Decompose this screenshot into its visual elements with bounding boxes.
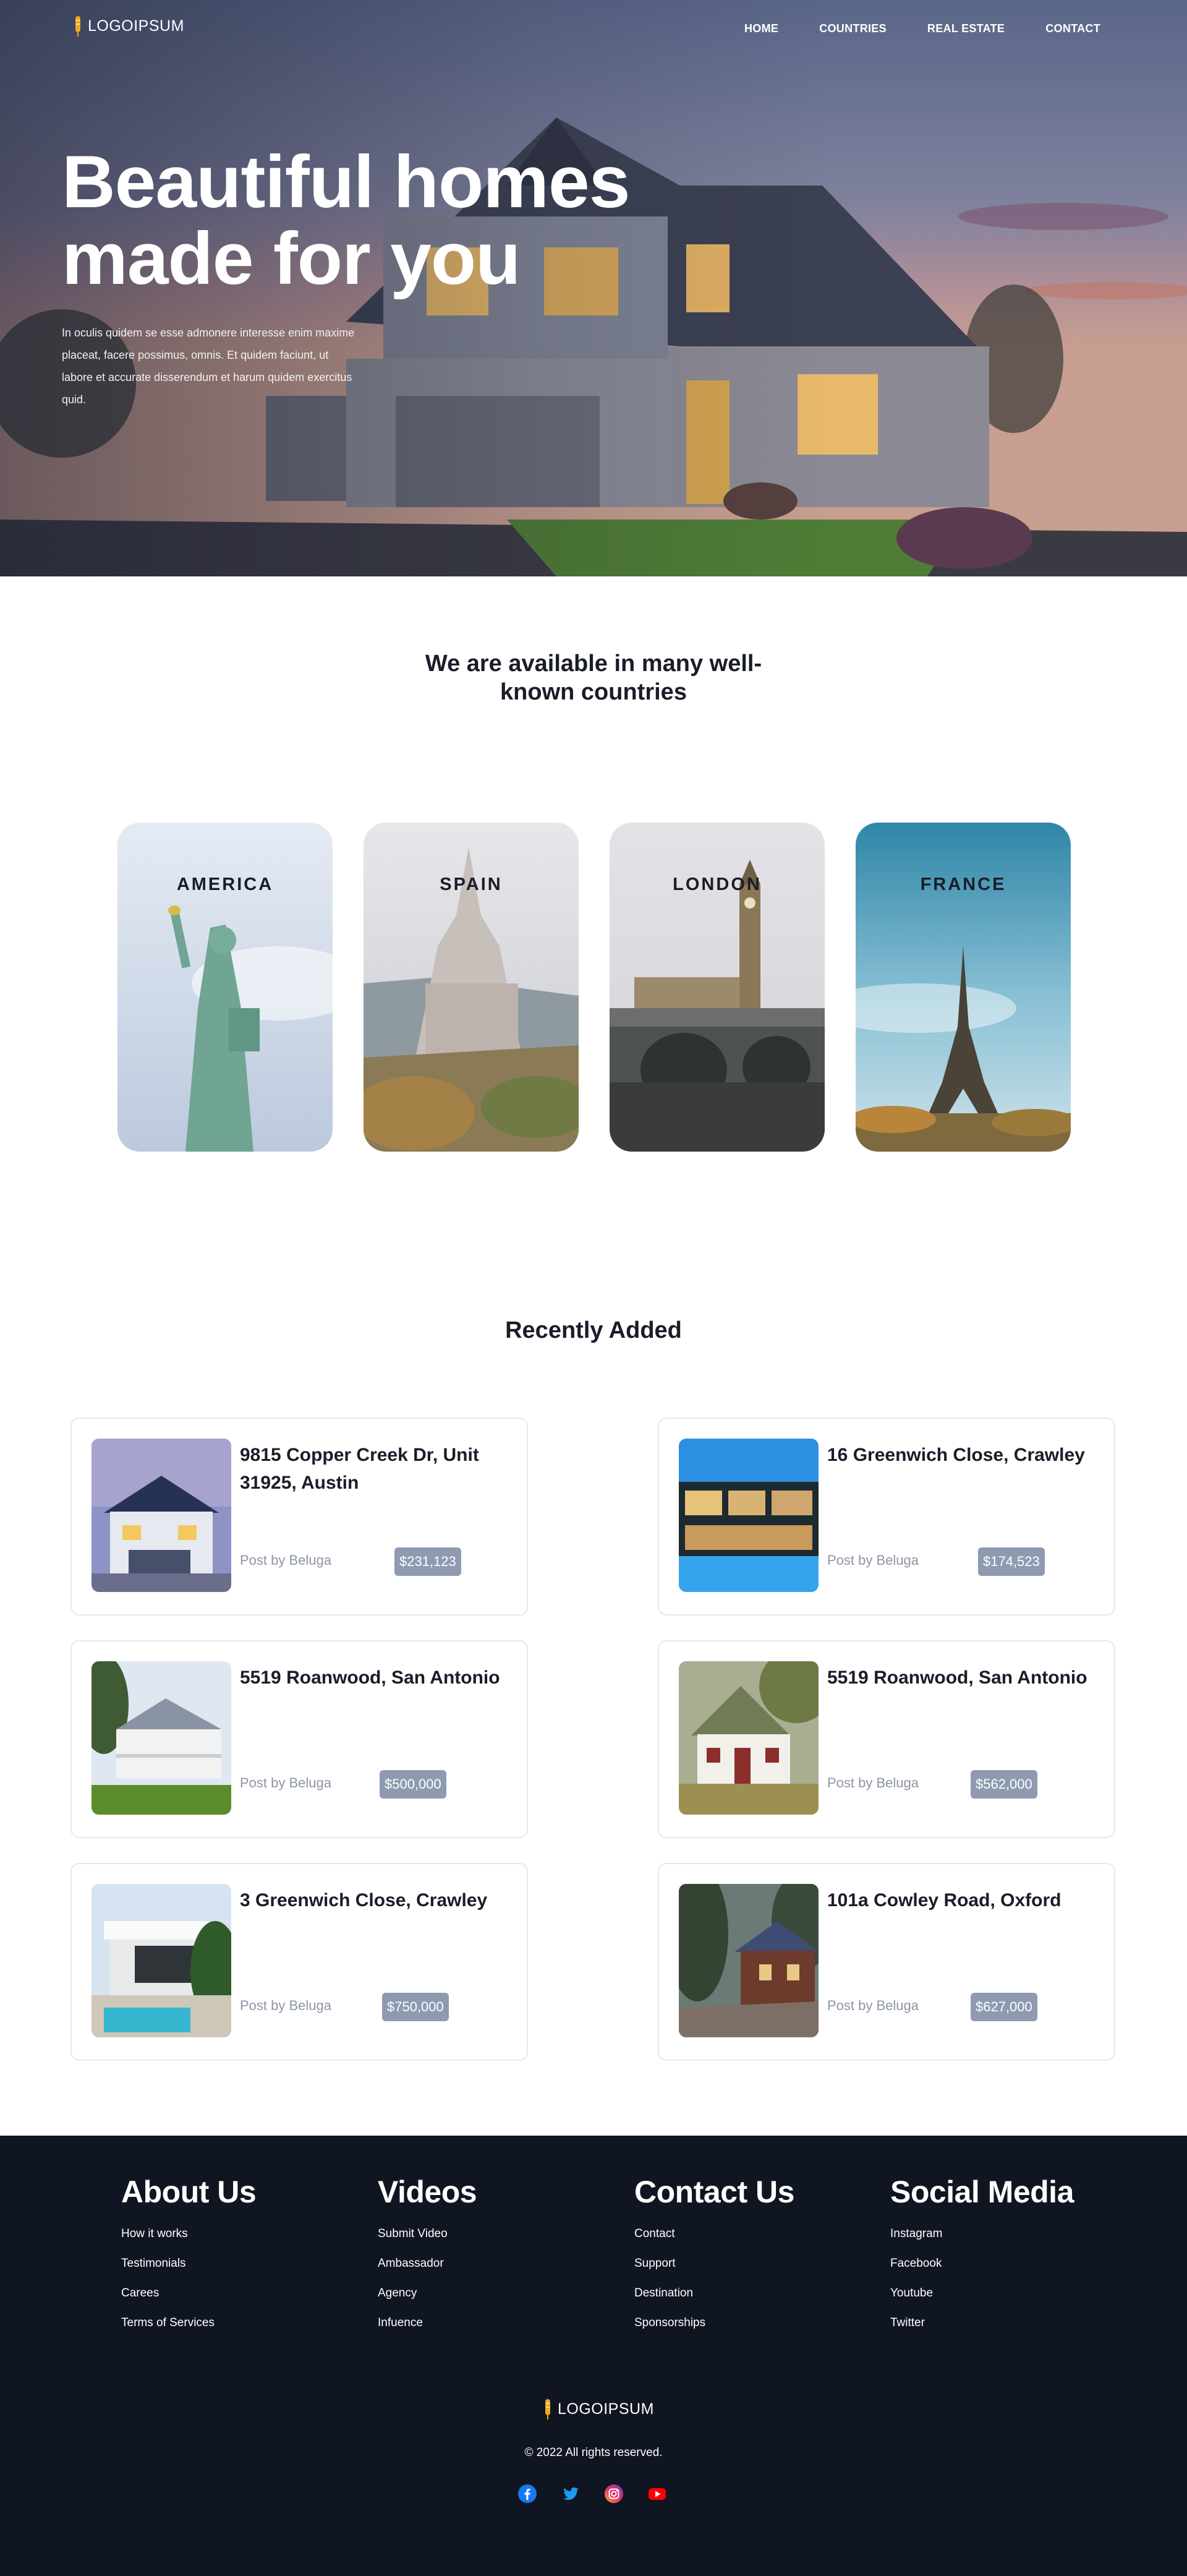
hero-title-line1: Beautiful homes: [62, 140, 630, 223]
hero-title-line2: made for you: [62, 217, 521, 300]
country-label-france: FRANCE: [920, 875, 1006, 894]
logo-text: LOGOIPSUM: [558, 2400, 654, 2418]
footer-link[interactable]: Instagram: [890, 2227, 1138, 2241]
social-icons: [517, 2484, 667, 2504]
listing-photo: [679, 1884, 819, 2037]
listing-posted-by: Post by Beluga: [827, 1552, 919, 1568]
main-nav: HOME COUNTRIES REAL ESTATE CONTACT: [744, 22, 1100, 35]
header-logo[interactable]: LOGOIPSUM: [73, 15, 184, 37]
listing-address: 9815 Copper Creek Dr, Unit 31925, Austin: [240, 1445, 479, 1493]
footer-link[interactable]: Testimonials: [121, 2257, 368, 2270]
listing-card[interactable]: 5519 Roanwood, San Antonio Post by Belug…: [658, 1640, 1115, 1838]
listing-posted-by: Post by Beluga: [827, 1775, 919, 1791]
country-label-london: LONDON: [673, 875, 762, 894]
listing-card[interactable]: 101a Cowley Road, Oxford Post by Beluga …: [658, 1863, 1115, 2061]
footer-heading: About Us: [121, 2175, 257, 2209]
country-label-spain: SPAIN: [440, 875, 503, 894]
country-cards: AMERICA SPAIN LONDON FRANCE: [117, 823, 1071, 1152]
eiffel-tower-image: [856, 823, 1071, 1152]
nav-real-estate[interactable]: REAL ESTATE: [927, 22, 1005, 35]
listing-photo: [679, 1439, 819, 1592]
listing-price: $500,000: [380, 1770, 446, 1799]
footer-column-videos: Videos Submit Video Ambassador Agency In…: [378, 2174, 625, 2346]
country-card-america[interactable]: AMERICA: [117, 823, 333, 1152]
hero-section: LOGOIPSUM HOME COUNTRIES REAL ESTATE CON…: [0, 0, 1187, 576]
listing-photo: [91, 1661, 231, 1815]
footer-link[interactable]: How it works: [121, 2227, 368, 2241]
footer-heading: Videos: [378, 2175, 477, 2209]
listing-price: $750,000: [382, 1993, 449, 2021]
logo-mark-icon: [545, 2399, 550, 2420]
country-label-america: AMERICA: [176, 875, 274, 894]
footer-link[interactable]: Twitter: [890, 2316, 1138, 2330]
logo-text: LOGOIPSUM: [88, 17, 184, 35]
listing-price: $231,123: [394, 1547, 461, 1576]
country-card-spain[interactable]: SPAIN: [364, 823, 579, 1152]
london-bridge-image: [610, 823, 825, 1152]
listing-price: $562,000: [971, 1770, 1037, 1799]
listing-card[interactable]: 5519 Roanwood, San Antonio Post by Belug…: [70, 1640, 528, 1838]
footer-heading: Contact Us: [634, 2175, 794, 2209]
listing-posted-by: Post by Beluga: [827, 1998, 919, 2013]
footer-link[interactable]: Terms of Services: [121, 2316, 368, 2330]
spain-cathedral-image: [364, 823, 579, 1152]
footer-link[interactable]: Sponsorships: [634, 2316, 882, 2330]
footer-link[interactable]: Youtube: [890, 2287, 1138, 2300]
site-footer: About Us How it works Testimonials Caree…: [0, 2136, 1187, 2576]
listing-address: 101a Cowley Road, Oxford: [827, 1890, 1061, 1911]
footer-link[interactable]: Infuence: [378, 2316, 625, 2330]
listing-photo: [679, 1661, 819, 1815]
hero-title: Beautiful homes made for you: [62, 143, 655, 297]
listing-price: $627,000: [971, 1993, 1037, 2021]
hero-description: In oculis quidem se esse admonere intere…: [62, 327, 355, 406]
listing-card[interactable]: 16 Greenwich Close, Crawley Post by Belu…: [658, 1418, 1115, 1615]
listing-photo: [91, 1439, 231, 1592]
footer-link[interactable]: Submit Video: [378, 2227, 625, 2241]
footer-heading: Social Media: [890, 2175, 1074, 2209]
footer-link[interactable]: Carees: [121, 2287, 368, 2300]
nav-countries[interactable]: COUNTRIES: [819, 22, 887, 35]
nav-contact[interactable]: CONTACT: [1045, 22, 1100, 35]
listing-address: 5519 Roanwood, San Antonio: [240, 1667, 500, 1688]
footer-link[interactable]: Agency: [378, 2287, 625, 2300]
statue-of-liberty-image: [117, 823, 333, 1152]
listing-address: 5519 Roanwood, San Antonio: [827, 1667, 1087, 1688]
listing-address: 3 Greenwich Close, Crawley: [240, 1890, 488, 1911]
footer-column-social: Social Media Instagram Facebook Youtube …: [890, 2174, 1138, 2346]
logo-mark-icon: [75, 16, 80, 36]
countries-heading: We are available in many well-known coun…: [425, 651, 762, 705]
twitter-icon[interactable]: [561, 2484, 581, 2504]
footer-logo[interactable]: LOGOIPSUM: [543, 2398, 654, 2420]
footer-link[interactable]: Contact: [634, 2227, 882, 2241]
country-card-london[interactable]: LONDON: [610, 823, 825, 1152]
footer-link[interactable]: Support: [634, 2257, 882, 2270]
listing-posted-by: Post by Beluga: [240, 1775, 331, 1791]
listing-card[interactable]: 9815 Copper Creek Dr, Unit 31925, Austin…: [70, 1418, 528, 1615]
listing-address: 16 Greenwich Close, Crawley: [827, 1445, 1085, 1465]
recent-heading: Recently Added: [505, 1317, 682, 1343]
country-card-france[interactable]: FRANCE: [856, 823, 1071, 1152]
nav-home[interactable]: HOME: [744, 22, 778, 35]
listing-posted-by: Post by Beluga: [240, 1552, 331, 1568]
footer-link[interactable]: Facebook: [890, 2257, 1138, 2270]
copyright-text: © 2022 All rights reserved.: [524, 2446, 663, 2459]
footer-link[interactable]: Destination: [634, 2287, 882, 2300]
footer-column-contact: Contact Us Contact Support Destination S…: [634, 2174, 882, 2346]
listing-price: $174,523: [978, 1547, 1045, 1576]
footer-column-about: About Us How it works Testimonials Caree…: [121, 2174, 368, 2346]
listing-photo: [91, 1884, 231, 2037]
listing-posted-by: Post by Beluga: [240, 1998, 331, 2013]
instagram-icon[interactable]: [604, 2484, 624, 2504]
facebook-icon[interactable]: [517, 2484, 537, 2504]
footer-link[interactable]: Ambassador: [378, 2257, 625, 2270]
listing-card[interactable]: 3 Greenwich Close, Crawley Post by Belug…: [70, 1863, 528, 2061]
youtube-icon[interactable]: [647, 2484, 667, 2504]
